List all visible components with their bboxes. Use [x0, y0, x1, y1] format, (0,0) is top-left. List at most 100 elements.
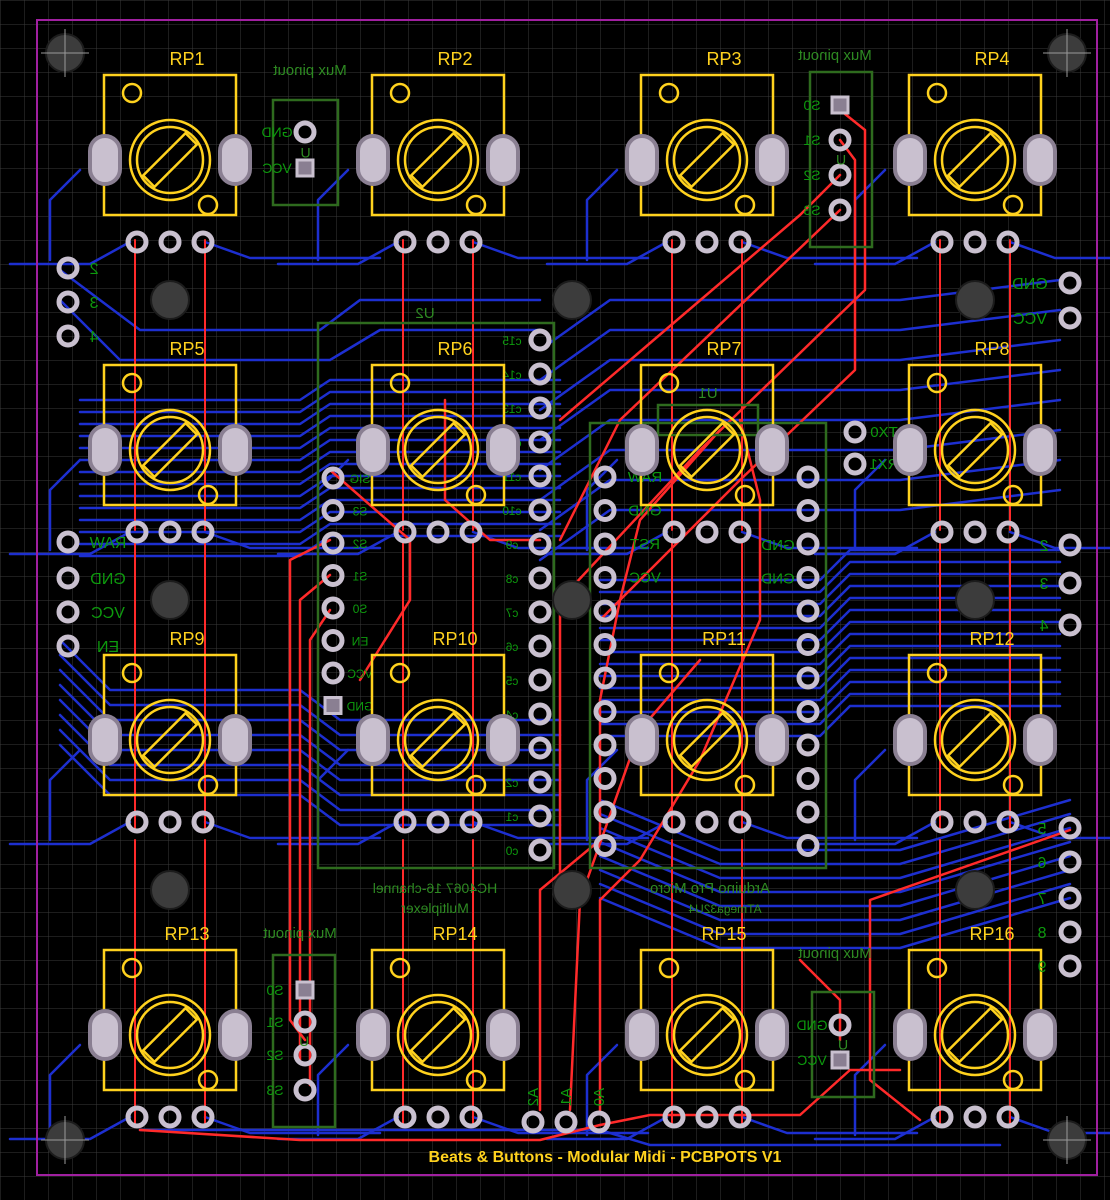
header-pin-label: 8 — [1037, 925, 1046, 942]
pot-mount-pad — [486, 134, 520, 186]
u2-right-pin-label: c2 — [505, 776, 518, 790]
mounting-hole — [552, 280, 592, 320]
pot-mount-pad — [1023, 424, 1057, 476]
mux-pin-label: S2 — [803, 167, 820, 183]
header-pin-label: 2 — [89, 261, 98, 278]
mounting-hole — [552, 580, 592, 620]
pot-mount-pad — [218, 134, 252, 186]
pot-mount-pad — [88, 134, 122, 186]
pot-mount-pad — [893, 1009, 927, 1061]
u2-right-pin-label: c5 — [505, 674, 518, 688]
pot-label: RP3 — [706, 49, 741, 69]
u2-left-pin-label: S1 — [352, 570, 367, 584]
u2-left-pin-label: S3 — [352, 505, 367, 519]
module-ref: U — [836, 152, 846, 168]
pot-mount-pad — [1023, 1009, 1057, 1061]
pot-mount-pad — [486, 1009, 520, 1061]
mounting-hole — [150, 580, 190, 620]
mux-pin-label: S3 — [266, 1082, 283, 1098]
header-pin-label: 9 — [1037, 959, 1046, 976]
pot-mount-pad — [486, 424, 520, 476]
mounting-hole — [552, 870, 592, 910]
u1-left-pin-label: RST — [630, 536, 660, 553]
mux-pinout-label: Mux pinout — [262, 925, 336, 942]
header-pin-label: 3 — [1039, 576, 1048, 593]
mux-pin-label: GND — [796, 1017, 827, 1033]
u1-right-pin-label: GND — [761, 537, 795, 554]
pot-mount-pad — [356, 424, 390, 476]
u1-left-pin-label: VCC — [629, 570, 661, 587]
u2-left-pin-label: EN — [352, 635, 369, 649]
pot-mount-pad — [356, 714, 390, 766]
mounting-hole — [150, 870, 190, 910]
module-ref: U — [299, 1033, 309, 1049]
header-pin-label: VCC — [91, 605, 125, 622]
header-pin-label: A1 — [558, 1088, 575, 1106]
pot-mount-pad — [1023, 714, 1057, 766]
pot-label: RP10 — [432, 629, 477, 649]
header-pin-label: 7 — [1037, 891, 1046, 908]
mux-pin-label: S3 — [803, 202, 820, 218]
pot-label: RP7 — [706, 339, 741, 359]
mux-pin-label: GND — [261, 124, 292, 140]
u2-left-pin-label: S2 — [352, 537, 367, 551]
header-pin-label: A2 — [525, 1088, 542, 1106]
u2-left-pin-label: GND — [346, 700, 373, 714]
pot-label: RP14 — [432, 924, 477, 944]
header-pin-label: 4 — [1039, 618, 1048, 635]
pot-mount-pad — [893, 424, 927, 476]
u2-right-pin-label: c15 — [502, 334, 522, 348]
square-pad — [323, 696, 343, 715]
u2-right-pin-label: c6 — [505, 640, 518, 654]
u2-right-pin-label: c9 — [505, 538, 518, 552]
header-pin-label: 6 — [1037, 855, 1046, 872]
header-pin-label: 5 — [1037, 821, 1046, 838]
u2-right-pin-label: c7 — [505, 606, 518, 620]
module-ref: U1 — [698, 385, 717, 402]
square-pad — [830, 95, 850, 115]
mux-pin-label: S2 — [266, 1047, 283, 1063]
pot-mount-pad — [625, 424, 659, 476]
header-pin-label: VCC — [1013, 311, 1047, 328]
mounting-hole — [955, 280, 995, 320]
mux-pin-label: S1 — [803, 132, 820, 148]
square-pad — [295, 980, 315, 1000]
mux-pin-label: VCC — [797, 1052, 827, 1068]
header-pin-label: RAW — [89, 535, 127, 552]
pot-mount-pad — [755, 714, 789, 766]
pot-mount-pad — [625, 714, 659, 766]
pot-mount-pad — [88, 714, 122, 766]
module-caption: Multiplexer — [401, 900, 469, 916]
header-pin-label: GND — [1012, 276, 1048, 293]
u2-right-pin-label: c1 — [505, 810, 518, 824]
u2-left-pin-label: S0 — [352, 602, 367, 616]
pot-mount-pad — [88, 424, 122, 476]
mux-pin-label: S0 — [803, 97, 820, 113]
mux-pin-label: S1 — [266, 1014, 283, 1030]
header-pin-label: 3 — [89, 295, 98, 312]
pcb-board: Mux pinout GND VCC U Mux pinout S0 S1 S2 S3 U Mux … — [0, 0, 1110, 1200]
pot-mount-pad — [893, 714, 927, 766]
header-pin-label: 2 — [1039, 538, 1048, 555]
header-pin-label: 4 — [89, 329, 98, 346]
pot-label: RP15 — [701, 924, 746, 944]
pot-mount-pad — [625, 1009, 659, 1061]
u2-right-pin-label: c8 — [505, 572, 518, 586]
pot-label: RP11 — [702, 629, 746, 649]
pot-mount-pad — [218, 714, 252, 766]
module-ref: U — [300, 145, 310, 161]
pot-mount-pad — [486, 714, 520, 766]
board-title: Beats & Buttons - Modular Midi - PCBPOTS… — [429, 1149, 782, 1166]
pot-label: RP12 — [969, 629, 1014, 649]
pot-label: RP13 — [164, 924, 209, 944]
pot-mount-pad — [356, 134, 390, 186]
pot-mount-pad — [755, 1009, 789, 1061]
pot-mount-pad — [1023, 134, 1057, 186]
pot-label: RP8 — [974, 339, 1009, 359]
pot-label: RP4 — [974, 49, 1009, 69]
mux-pin-label: VCC — [262, 160, 292, 176]
u2-left-pin-label: VCC — [347, 667, 373, 681]
square-pad — [295, 158, 315, 178]
module-ref: U — [838, 1037, 848, 1053]
pot-mount-pad — [356, 1009, 390, 1061]
